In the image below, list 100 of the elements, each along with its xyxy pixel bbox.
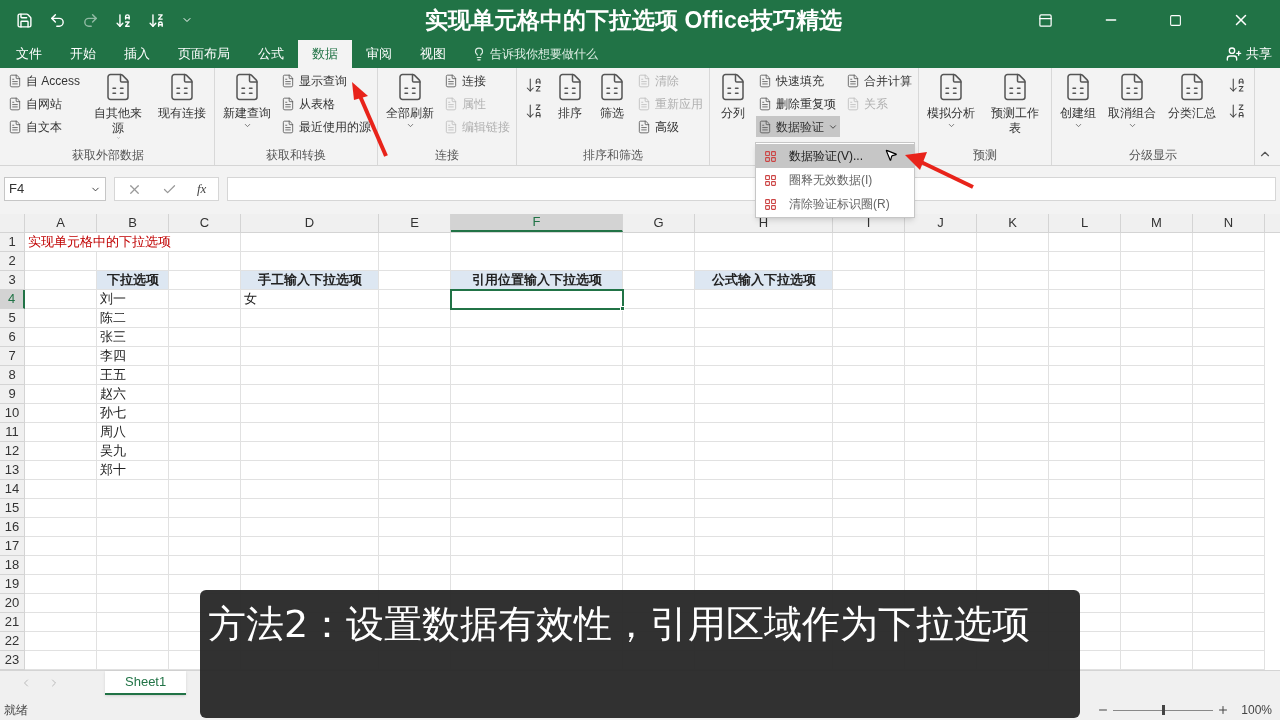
zoom-in-icon[interactable] — [1217, 704, 1230, 716]
sort-descending-icon[interactable] — [1228, 102, 1246, 120]
sort-descending-icon[interactable] — [148, 11, 165, 29]
row-header[interactable]: 22 — [0, 632, 25, 651]
sort-ascending-icon[interactable] — [525, 76, 543, 94]
row-header[interactable]: 15 — [0, 499, 25, 518]
column-header[interactable]: D — [241, 214, 379, 232]
table-cell — [833, 423, 905, 442]
table-cell — [833, 271, 905, 290]
name-box[interactable]: F4 — [4, 177, 106, 201]
document-icon — [281, 73, 295, 88]
table-cell — [905, 309, 977, 328]
row-header[interactable]: 19 — [0, 575, 25, 594]
row-header[interactable]: 11 — [0, 423, 25, 442]
row-header[interactable]: 14 — [0, 480, 25, 499]
menu-item[interactable]: 数据验证(V)... — [756, 144, 914, 168]
column-header[interactable]: L — [1049, 214, 1121, 232]
ribbon-button[interactable]: 模拟分析 — [923, 68, 979, 140]
ribbon-button[interactable]: 分列 — [714, 68, 752, 140]
table-cell — [169, 518, 241, 537]
ribbon-button[interactable]: 从表格 — [279, 93, 337, 114]
fill-handle[interactable] — [620, 306, 625, 311]
row-header[interactable]: 6 — [0, 328, 25, 347]
row-header[interactable]: 21 — [0, 613, 25, 632]
sort-ascending-icon[interactable] — [1228, 76, 1246, 94]
table-cell — [1049, 499, 1121, 518]
undo-icon[interactable] — [49, 11, 66, 29]
ribbon-button[interactable]: 最近使用的源 — [279, 116, 373, 137]
ribbon-button[interactable]: 全部刷新 — [382, 68, 438, 140]
table-cell — [97, 537, 169, 556]
row-header[interactable]: 9 — [0, 385, 25, 404]
ribbon-display-icon[interactable] — [1038, 12, 1053, 28]
ribbon-button[interactable]: 分类汇总 — [1164, 68, 1220, 140]
row-header[interactable]: 17 — [0, 537, 25, 556]
table-cell — [1049, 271, 1121, 290]
sort-ascending-icon[interactable] — [115, 11, 132, 29]
ribbon-button[interactable]: 预测工作表 — [983, 68, 1047, 140]
ribbon-button[interactable]: 自网站 — [6, 93, 64, 114]
ribbon-button[interactable]: 快速填充 — [756, 70, 826, 91]
row-header[interactable]: 4 — [0, 290, 25, 309]
table-cell — [623, 385, 695, 404]
ribbon-tab[interactable]: 插入 — [110, 40, 164, 68]
ribbon-button[interactable]: 删除重复项 — [756, 93, 838, 114]
column-header[interactable]: K — [977, 214, 1049, 232]
row-header[interactable]: 5 — [0, 309, 25, 328]
row-header[interactable]: 16 — [0, 518, 25, 537]
row-header[interactable]: 18 — [0, 556, 25, 575]
ribbon-button[interactable]: 取消组合 — [1104, 68, 1160, 140]
column-header[interactable]: A — [25, 214, 97, 232]
ribbon-button[interactable]: 现有连接 — [154, 68, 210, 140]
row-header[interactable]: 10 — [0, 404, 25, 423]
ribbon-tab[interactable]: 开始 — [56, 40, 110, 68]
maximize-icon[interactable] — [1169, 13, 1182, 27]
row-header[interactable]: 8 — [0, 366, 25, 385]
ribbon-button[interactable]: 自其他来源 — [86, 68, 150, 140]
ribbon-button[interactable]: 合并计算 — [844, 70, 914, 91]
ribbon-tab[interactable]: 文件 — [2, 40, 56, 68]
row-header[interactable]: 23 — [0, 651, 25, 670]
ribbon-tab[interactable]: 视图 — [406, 40, 460, 68]
ribbon-tab[interactable]: 页面布局 — [164, 40, 244, 68]
ribbon-button[interactable]: 排序 — [551, 68, 589, 140]
row-header[interactable]: 1 — [0, 233, 25, 252]
ribbon-button[interactable]: 显示查询 — [279, 70, 349, 91]
zoom-slider[interactable] — [1113, 704, 1214, 716]
ribbon-tab[interactable]: 审阅 — [352, 40, 406, 68]
column-header[interactable]: G — [623, 214, 695, 232]
save-icon[interactable] — [16, 11, 33, 29]
ribbon-button[interactable]: 数据验证 — [756, 116, 840, 137]
zoom-thumb[interactable] — [1162, 705, 1166, 715]
ribbon-tab[interactable]: 数据 — [298, 40, 352, 68]
column-header[interactable]: M — [1121, 214, 1193, 232]
ribbon-button[interactable]: 创建组 — [1056, 68, 1100, 140]
ribbon-button[interactable]: 高级 — [635, 116, 681, 137]
ribbon-button[interactable]: 自文本 — [6, 116, 64, 137]
table-cell: 刘一 — [97, 290, 169, 309]
ribbon-tab[interactable]: 公式 — [244, 40, 298, 68]
tell-me-field[interactable]: 告诉我你想要做什么 — [460, 40, 610, 68]
column-header[interactable]: B — [97, 214, 169, 232]
row-header[interactable]: 3 — [0, 271, 25, 290]
menu-item[interactable]: 清除验证标识圈(R) — [756, 192, 914, 216]
row-header[interactable]: 7 — [0, 347, 25, 366]
insert-function-button[interactable]: fx — [197, 179, 207, 199]
row-header[interactable]: 13 — [0, 461, 25, 480]
table-cell — [833, 499, 905, 518]
ribbon-button[interactable]: 筛选 — [593, 68, 631, 140]
row-header[interactable]: 20 — [0, 594, 25, 613]
share-button[interactable]: 共享 — [1226, 40, 1280, 68]
ribbon-button[interactable]: 新建查询 — [219, 68, 275, 140]
column-header[interactable]: F — [451, 214, 623, 232]
ribbon-button[interactable]: 连接 — [442, 70, 488, 91]
menu-item[interactable]: 圈释无效数据(I) — [756, 168, 914, 192]
table-cell — [1121, 233, 1193, 252]
sort-descending-icon[interactable] — [525, 102, 543, 120]
row-header[interactable]: 12 — [0, 442, 25, 461]
column-header[interactable]: N — [1193, 214, 1265, 232]
ribbon-button[interactable]: 自 Access — [6, 70, 82, 91]
column-header[interactable]: C — [169, 214, 241, 232]
row-header[interactable]: 2 — [0, 252, 25, 271]
table-cell — [1049, 309, 1121, 328]
sheet-tab[interactable]: Sheet1 — [105, 671, 187, 695]
